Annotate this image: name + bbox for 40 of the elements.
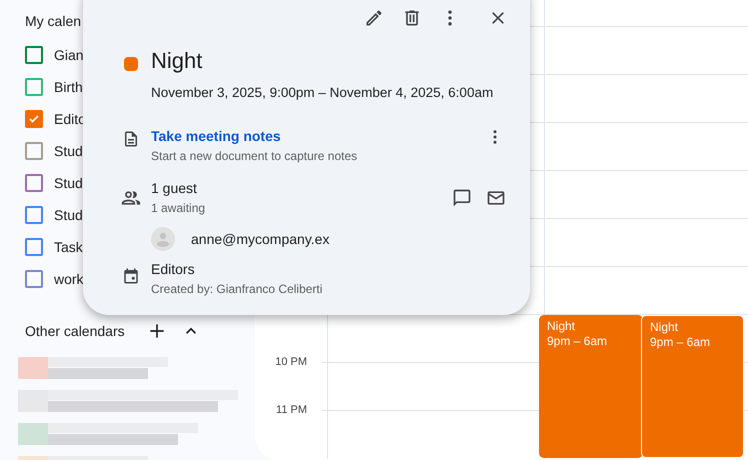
- section-title: My calen: [25, 12, 82, 31]
- calendar-name: Editors: [151, 260, 196, 280]
- event-datetime: November 3, 2025, 9:00pm – November 4, 2025, 6:00am: [151, 84, 494, 102]
- avatar-icon: [151, 227, 175, 252]
- event-block[interactable]: Night 9pm – 6am: [641, 315, 744, 458]
- event-title: Night: [547, 319, 576, 334]
- calendar-checkbox[interactable]: [25, 174, 43, 192]
- calendar-checkbox[interactable]: [25, 110, 43, 128]
- guest-status: 1 awaiting: [151, 200, 206, 218]
- calendar-name: Gian: [54, 46, 84, 64]
- time-label: 11 PM: [276, 402, 307, 418]
- event-time: 9pm – 6am: [650, 335, 712, 350]
- event-title: Night: [650, 320, 680, 335]
- calendar-checkbox[interactable]: [25, 270, 43, 288]
- edit-icon[interactable]: [364, 8, 384, 28]
- document-icon: [122, 130, 140, 148]
- meeting-notes-link[interactable]: Take meeting notes: [151, 128, 281, 144]
- calendar-checkbox[interactable]: [25, 46, 43, 64]
- calendar-name: Stud: [54, 206, 83, 224]
- helper-text: Start a new document to capture notes: [151, 148, 358, 166]
- chat-icon[interactable]: [452, 188, 472, 208]
- event-title: Night: [151, 47, 204, 75]
- calendar-checkbox[interactable]: [25, 78, 43, 96]
- calendar-name: Stud: [54, 174, 83, 192]
- creator-text: Created by: Gianfranco Celiberti: [151, 281, 322, 298]
- calendar-name: work: [54, 270, 84, 288]
- calendar-name: Stud: [54, 142, 83, 160]
- calendar-name: Birth: [54, 78, 83, 96]
- calendar-icon: [122, 267, 140, 286]
- event-block[interactable]: Night 9pm – 6am: [539, 315, 643, 458]
- guest-count: 1 guest: [151, 179, 198, 198]
- section-title: Other calendars: [25, 322, 125, 340]
- calendar-checkbox[interactable]: [25, 206, 43, 224]
- time-label: 10 PM: [275, 354, 307, 370]
- guest-email: anne@mycompany.ex: [191, 230, 330, 249]
- calendar-name: Task: [54, 238, 83, 256]
- event-time: 9pm – 6am: [547, 334, 608, 349]
- calendar-checkbox[interactable]: [25, 142, 43, 160]
- check-icon: [28, 113, 40, 125]
- calendar-checkbox[interactable]: [25, 238, 43, 256]
